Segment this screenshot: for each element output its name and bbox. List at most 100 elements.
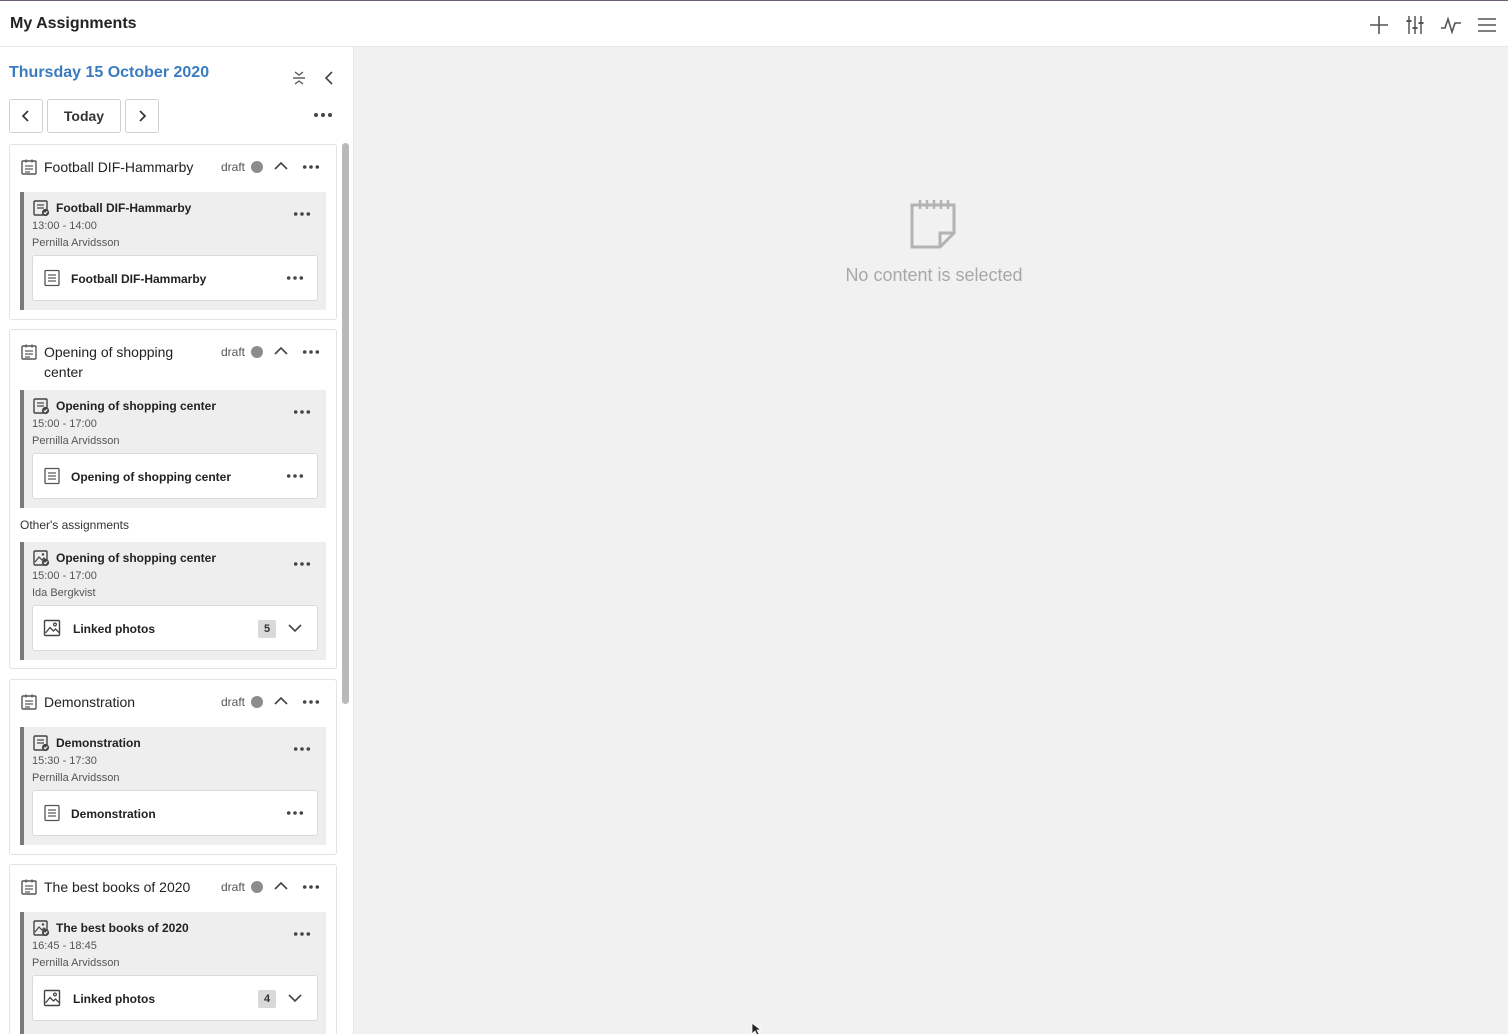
assignment-time: 13:00 - 14:00 — [32, 220, 97, 232]
assignment-more-button[interactable] — [290, 206, 314, 222]
linked-article[interactable]: Football DIF-Hammarby — [32, 255, 318, 301]
article-more-button[interactable] — [283, 468, 307, 484]
chevron-up-icon[interactable] — [272, 877, 290, 895]
planning-group[interactable]: Opening of shopping center draft Opening… — [9, 329, 337, 669]
assignee-name: Pernilla Arvidsson — [32, 772, 120, 784]
chevron-down-icon[interactable] — [286, 619, 304, 637]
status-label: draft — [221, 160, 246, 174]
chevron-up-icon[interactable] — [272, 692, 290, 710]
status-dot — [251, 346, 263, 358]
others-assignments-label: Other's assignments — [20, 518, 130, 532]
planning-more-button[interactable] — [299, 157, 323, 177]
planning-group[interactable]: Football DIF-Hammarby draft Football DIF… — [9, 144, 337, 320]
notepad-icon — [910, 200, 956, 249]
text-assignment-icon — [32, 199, 50, 217]
planning-title: Opening of shopping center — [44, 344, 174, 380]
assignment-title: Football DIF-Hammarby — [56, 201, 192, 215]
plus-icon[interactable] — [1366, 12, 1392, 38]
assignment-title: Opening of shopping center — [56, 399, 216, 413]
sliders-icon[interactable] — [1402, 12, 1428, 38]
assignment-more-button[interactable] — [290, 404, 314, 420]
linked-photos-label: Linked photos — [73, 622, 155, 636]
article-more-button[interactable] — [283, 805, 307, 821]
more-icon — [313, 112, 333, 118]
collapse-all-icon[interactable] — [288, 67, 310, 89]
assignment-time: 15:00 - 17:00 — [32, 418, 97, 430]
planning-more-button[interactable] — [299, 342, 323, 362]
chevron-left-icon — [21, 110, 29, 122]
assignment-card[interactable]: Football DIF-Hammarby 13:00 - 14:00 Pern… — [20, 192, 326, 310]
more-icon — [293, 931, 311, 937]
more-icon — [293, 409, 311, 415]
status-dot — [251, 881, 263, 893]
more-icon — [293, 211, 311, 217]
assignee-name: Ida Bergkvist — [32, 587, 96, 599]
more-icon — [302, 349, 320, 355]
linked-article[interactable]: Demonstration — [32, 790, 318, 836]
planning-more-button[interactable] — [299, 692, 323, 712]
more-icon — [302, 164, 320, 170]
assignment-more-button[interactable] — [290, 926, 314, 942]
assignment-title: Opening of shopping center — [56, 551, 216, 565]
more-icon — [302, 699, 320, 705]
assignment-time: 15:30 - 17:30 — [32, 755, 97, 767]
today-button[interactable]: Today — [47, 99, 121, 133]
chevron-left-icon[interactable] — [318, 67, 340, 89]
document-icon — [43, 269, 61, 287]
assignment-card[interactable]: Opening of shopping center 15:00 - 17:00… — [20, 390, 326, 508]
scrollbar-thumb[interactable] — [342, 143, 349, 704]
assignee-name: Pernilla Arvidsson — [32, 237, 120, 249]
menu-icon[interactable] — [1474, 12, 1500, 38]
assignment-card[interactable]: The best books of 2020 16:45 - 18:45 Per… — [20, 912, 326, 1034]
next-day-button[interactable] — [125, 99, 159, 133]
chevron-down-icon[interactable] — [286, 989, 304, 1007]
current-date: Thursday 15 October 2020 — [9, 64, 210, 81]
photo-count-badge: 4 — [258, 990, 276, 1008]
previous-day-button[interactable] — [9, 99, 43, 133]
sidebar-more-button[interactable] — [308, 105, 338, 125]
linked-photos-label: Linked photos — [73, 992, 155, 1006]
assignment-card[interactable]: Opening of shopping center 15:00 - 17:00… — [20, 542, 326, 660]
top-toolbar — [1366, 12, 1500, 38]
chevron-up-icon[interactable] — [272, 342, 290, 360]
sidebar-scrollbar[interactable] — [342, 143, 349, 1034]
chevron-right-icon — [139, 110, 147, 122]
planning-more-button[interactable] — [299, 877, 323, 897]
planning-title: The best books of 2020 — [44, 879, 191, 895]
article-title: Opening of shopping center — [71, 470, 231, 484]
assignment-card[interactable]: Demonstration 15:30 - 17:30 Pernilla Arv… — [20, 727, 326, 845]
linked-photos[interactable]: Linked photos 5 — [32, 605, 318, 651]
status-dot — [251, 696, 263, 708]
top-bar: My Assignments — [0, 1, 1508, 47]
planning-title: Demonstration — [44, 694, 136, 710]
more-icon — [286, 810, 304, 816]
assignment-more-button[interactable] — [290, 741, 314, 757]
document-icon — [43, 804, 61, 822]
content-preview-area: No content is selected — [354, 47, 1508, 1034]
assignment-time: 16:45 - 18:45 — [32, 940, 97, 952]
more-icon — [293, 561, 311, 567]
planning-group[interactable]: Demonstration draft Demonstration 15:30 … — [9, 679, 337, 855]
assignments-sidebar: Thursday 15 October 2020 Today Football … — [0, 47, 354, 1034]
planning-title: Football DIF-Hammarby — [44, 159, 194, 175]
assignment-more-button[interactable] — [290, 556, 314, 572]
planning-group[interactable]: The best books of 2020 draft The best bo… — [9, 864, 337, 1034]
assignment-title: Demonstration — [56, 736, 141, 750]
app-title: My Assignments — [10, 15, 137, 32]
planning-icon — [20, 343, 38, 361]
photo-count-badge: 5 — [258, 620, 276, 638]
linked-article[interactable]: Opening of shopping center — [32, 453, 318, 499]
activity-icon[interactable] — [1438, 12, 1464, 38]
article-title: Demonstration — [71, 807, 156, 821]
article-more-button[interactable] — [283, 270, 307, 286]
empty-state-message: No content is selected — [845, 265, 1023, 285]
planning-icon — [20, 158, 38, 176]
text-assignment-icon — [32, 734, 50, 752]
more-icon — [286, 473, 304, 479]
article-title: Football DIF-Hammarby — [71, 272, 207, 286]
planning-icon — [20, 693, 38, 711]
more-icon — [293, 746, 311, 752]
linked-photos[interactable]: Linked photos 4 — [32, 975, 318, 1021]
chevron-up-icon[interactable] — [272, 157, 290, 175]
planning-icon — [20, 878, 38, 896]
